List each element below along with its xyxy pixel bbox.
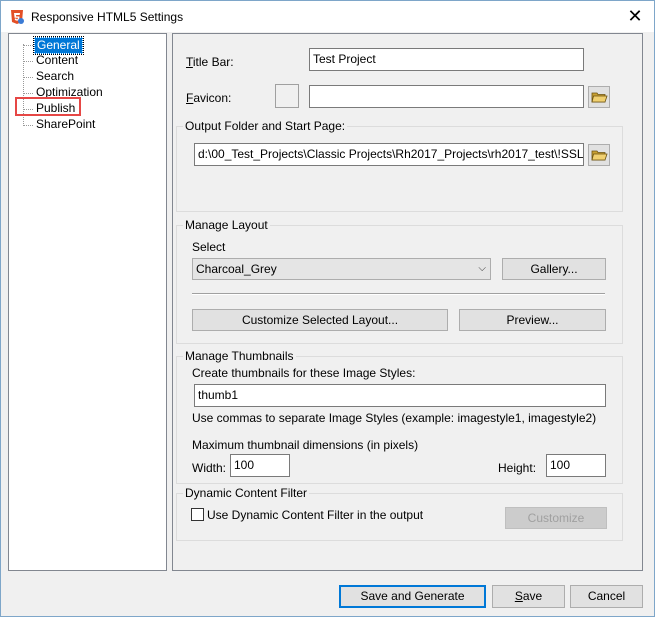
height-label: Height: — [498, 461, 537, 475]
height-input[interactable]: 100 — [546, 454, 606, 477]
tree-item-label: Search — [36, 69, 75, 83]
manage-layout-title: Manage Layout — [183, 218, 270, 232]
save-and-generate-button[interactable]: Save and Generate — [339, 585, 486, 608]
preview-button[interactable]: Preview... — [459, 309, 606, 331]
width-label: Width: — [192, 461, 227, 475]
title-bar: Responsive HTML5 Settings ✕ — [1, 1, 654, 32]
window-title: Responsive HTML5 Settings — [31, 10, 184, 24]
settings-dialog: Responsive HTML5 Settings ✕ General Cont… — [0, 0, 655, 617]
tree-item-label: SharePoint — [36, 117, 96, 131]
max-dimensions-label: Maximum thumbnail dimensions (in pixels) — [192, 438, 419, 452]
favicon-label: Favicon: — [186, 91, 232, 105]
image-styles-input[interactable]: thumb1 — [194, 384, 606, 407]
gallery-button[interactable]: Gallery... — [502, 258, 606, 280]
dcf-title: Dynamic Content Filter — [183, 486, 310, 500]
manage-thumbnails-title: Manage Thumbnails — [183, 349, 296, 363]
cancel-button[interactable]: Cancel — [570, 585, 643, 608]
create-thumbnails-label: Create thumbnails for these Image Styles… — [192, 366, 416, 380]
favicon-input[interactable] — [309, 85, 584, 108]
html5-app-icon — [11, 10, 24, 24]
general-settings-panel: Title Bar: Test Project Favicon: Output … — [172, 33, 643, 571]
favicon-preview — [275, 84, 299, 108]
open-folder-icon — [591, 150, 608, 161]
chevron-down-icon: ⌵ — [478, 263, 486, 274]
save-button[interactable]: Save — [492, 585, 565, 608]
dcf-customize-button[interactable]: Customize — [505, 507, 607, 529]
select-layout-label: Select — [192, 240, 226, 254]
layout-separator — [192, 293, 605, 295]
output-folder-group — [176, 126, 623, 212]
layout-select[interactable]: Charcoal_Grey ⌵ — [192, 258, 491, 280]
title-bar-input[interactable]: Test Project — [309, 48, 584, 71]
title-bar-label: Title Bar: — [186, 55, 234, 69]
dcf-checkbox[interactable] — [191, 508, 204, 521]
tree-item-label: Content — [36, 53, 79, 67]
layout-select-value: Charcoal_Grey — [196, 262, 277, 276]
image-styles-hint: Use commas to separate Image Styles (exa… — [192, 411, 597, 425]
open-folder-icon — [591, 92, 608, 103]
close-icon[interactable]: ✕ — [625, 7, 645, 27]
output-folder-group-title: Output Folder and Start Page: — [183, 119, 348, 133]
publish-highlight-box — [15, 97, 81, 116]
output-folder-input[interactable]: d:\00_Test_Projects\Classic Projects\Rh2… — [194, 143, 584, 166]
output-folder-browse-button[interactable] — [588, 144, 610, 166]
customize-layout-button[interactable]: Customize Selected Layout... — [192, 309, 448, 331]
favicon-browse-button[interactable] — [588, 86, 610, 108]
tree-item-label: General — [33, 36, 84, 55]
width-input[interactable]: 100 — [230, 454, 290, 477]
dcf-checkbox-label: Use Dynamic Content Filter in the output — [207, 508, 424, 522]
